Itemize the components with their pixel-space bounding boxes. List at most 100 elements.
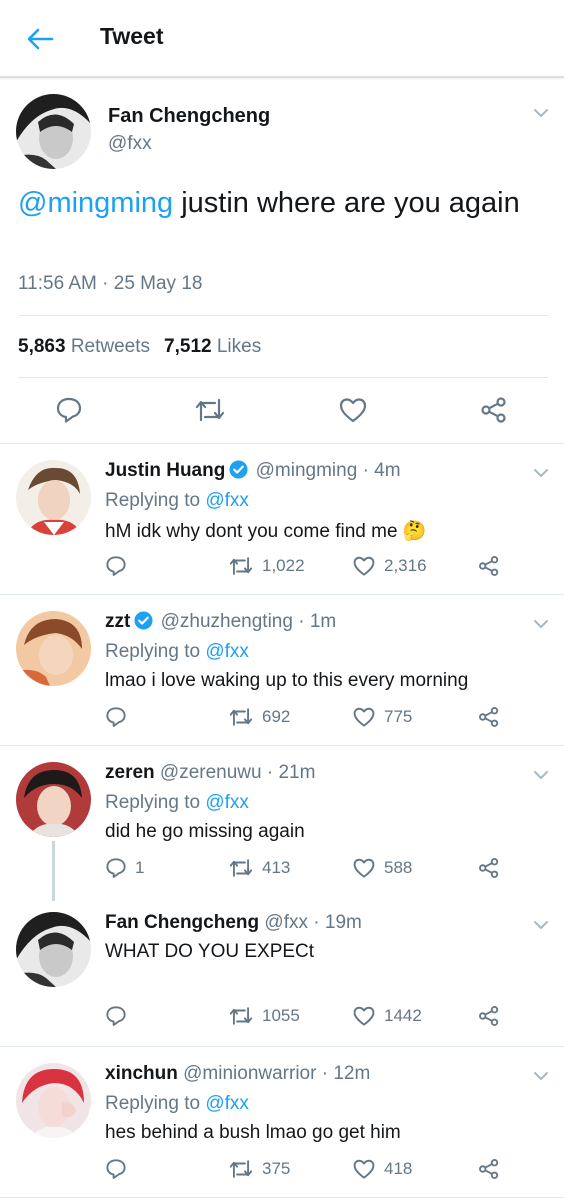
like-button[interactable]: 588	[352, 857, 412, 879]
author-handle[interactable]: @zerenuwu	[160, 762, 262, 783]
replying-to-link[interactable]: @fxx	[205, 490, 249, 511]
reply-button[interactable]	[105, 555, 135, 577]
retweet-icon	[229, 557, 253, 575]
retweet-icon	[195, 398, 225, 422]
author-handle[interactable]: @mingming	[256, 460, 358, 481]
reply-actions: 692 775	[0, 704, 564, 734]
tweet-menu-button[interactable]	[530, 102, 552, 124]
author-handle[interactable]: @zhuzhengting	[161, 611, 293, 632]
reply-header: Fan Chengcheng @fxx · 19m	[105, 912, 362, 934]
author-handle[interactable]: @fxx	[108, 133, 152, 155]
heart-icon	[353, 707, 375, 727]
reply-tweet[interactable]: xinchun @minionwarrior · 12m Replying to…	[0, 1046, 564, 1198]
retweets-count: 5,863	[18, 336, 66, 357]
author-handle[interactable]: @minionwarrior	[183, 1063, 316, 1084]
author-name[interactable]: Fan Chengcheng	[105, 912, 259, 933]
chevron-down-icon	[534, 109, 548, 117]
chevron-down-icon	[534, 771, 548, 779]
reply-tweet[interactable]: Justin Huang @mingming · 4m Replying to …	[0, 443, 564, 594]
retweet-button[interactable]: 1055	[228, 1005, 300, 1027]
author-name[interactable]: Justin Huang	[105, 460, 225, 481]
likes-label: Likes	[216, 336, 262, 357]
reply-button[interactable]	[55, 396, 83, 424]
retweet-button[interactable]: 692	[228, 706, 290, 728]
share-icon	[479, 556, 499, 576]
heart-icon	[353, 556, 375, 576]
like-count: 1442	[384, 1006, 422, 1025]
share-icon	[479, 1006, 499, 1026]
reply-tweet[interactable]: zeren @zerenuwu · 21m Replying to @fxx d…	[0, 745, 564, 901]
replying-to-link[interactable]: @fxx	[205, 792, 249, 813]
reply-time: · 4m	[362, 460, 401, 481]
mention-link[interactable]: @mingming	[18, 187, 173, 219]
like-button[interactable]: 775	[352, 706, 412, 728]
tweet-menu-button[interactable]	[530, 1065, 552, 1087]
tweet-menu-button[interactable]	[530, 914, 552, 936]
retweet-button[interactable]	[194, 396, 226, 424]
reply-header: xinchun @minionwarrior · 12m	[105, 1063, 370, 1085]
reply-count: 1	[135, 858, 145, 877]
author-name[interactable]: xinchun	[105, 1063, 178, 1084]
share-button[interactable]	[478, 555, 500, 577]
replying-to-link[interactable]: @fxx	[205, 1093, 249, 1114]
replying-to: Replying to @fxx	[105, 1093, 249, 1115]
like-count: 2,316	[384, 556, 427, 575]
tweet-menu-button[interactable]	[530, 462, 552, 484]
like-button[interactable]: 1442	[352, 1005, 422, 1027]
heart-icon	[353, 1159, 375, 1179]
likes-count: 7,512	[164, 336, 212, 357]
author-name[interactable]: zzt	[105, 611, 130, 632]
retweet-button[interactable]: 1,022	[228, 555, 305, 577]
tweet-body: justin where are you again	[173, 187, 520, 219]
reply-time: · 19m	[313, 912, 362, 933]
replying-to: Replying to @fxx	[105, 792, 249, 814]
retweet-icon	[229, 1160, 253, 1178]
avatar[interactable]	[16, 912, 91, 987]
top-app-bar: Tweet	[0, 0, 564, 78]
reply-actions: 375 418	[0, 1156, 564, 1186]
reply-button[interactable]: 1	[105, 857, 144, 879]
likes-stat[interactable]: 7,512 Likes	[164, 336, 261, 357]
heart-icon	[339, 398, 367, 423]
retweets-stat[interactable]: 5,863 Retweets	[18, 336, 150, 357]
author-handle[interactable]: @fxx	[264, 912, 308, 933]
reply-icon	[106, 1006, 126, 1026]
author-name[interactable]: zeren	[105, 762, 155, 783]
reply-icon	[106, 858, 126, 878]
avatar[interactable]	[16, 762, 91, 837]
avatar[interactable]	[16, 611, 91, 686]
retweet-button[interactable]: 375	[228, 1158, 290, 1180]
retweet-count: 692	[262, 707, 291, 726]
avatar[interactable]	[16, 460, 91, 535]
replying-to-link[interactable]: @fxx	[205, 641, 249, 662]
share-icon	[481, 397, 506, 423]
share-button[interactable]	[478, 857, 500, 879]
reply-button[interactable]	[105, 706, 135, 728]
like-button[interactable]: 2,316	[352, 555, 427, 577]
reply-tweet[interactable]: zzt @zhuzhengting · 1m Replying to @fxx …	[0, 594, 564, 745]
back-button[interactable]	[20, 22, 60, 56]
reply-header: zzt @zhuzhengting · 1m	[105, 611, 336, 633]
author-name[interactable]: Fan Chengcheng	[108, 105, 270, 128]
reply-tweet[interactable]: Fan Chengcheng @fxx · 19m WHAT DO YOU EX…	[0, 896, 564, 1046]
chevron-down-icon	[534, 620, 548, 628]
reply-text: WHAT DO YOU EXPECt	[105, 941, 315, 962]
avatar[interactable]	[16, 94, 91, 169]
avatar[interactable]	[16, 1063, 91, 1138]
tweet-menu-button[interactable]	[530, 613, 552, 635]
share-button[interactable]	[478, 706, 500, 728]
reply-button[interactable]	[105, 1005, 135, 1027]
share-icon	[479, 707, 499, 727]
tweet-timestamp[interactable]: 11:56 AM · 25 May 18	[18, 273, 202, 295]
like-count: 418	[384, 1159, 413, 1178]
like-button[interactable]: 418	[352, 1158, 412, 1180]
reply-button[interactable]	[105, 1158, 135, 1180]
retweet-count: 1,022	[262, 556, 305, 575]
share-button[interactable]	[478, 1158, 500, 1180]
like-button[interactable]	[338, 396, 368, 424]
share-button[interactable]	[480, 396, 508, 424]
tweet-menu-button[interactable]	[530, 764, 552, 786]
share-button[interactable]	[478, 1005, 500, 1027]
reply-time: · 12m	[321, 1063, 371, 1084]
retweet-button[interactable]: 413	[228, 857, 290, 879]
